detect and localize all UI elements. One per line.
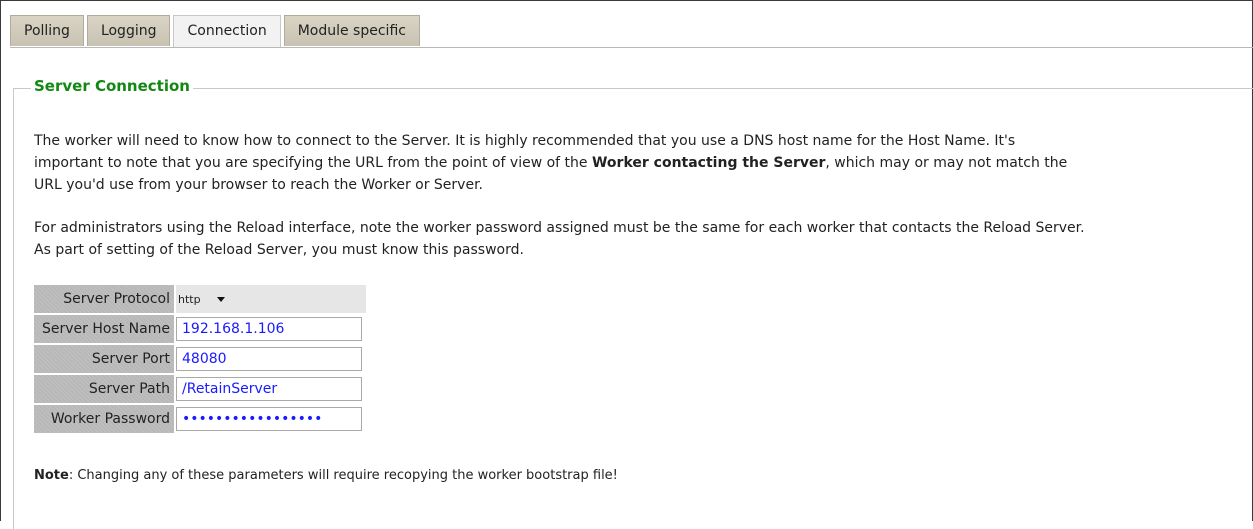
tab-bar: Polling Logging Connection Module specif… — [10, 15, 420, 48]
intro-bold: Worker contacting the Server — [591, 155, 826, 171]
intro-line-2a: important to note that you are specifyin… — [34, 155, 592, 171]
note-text: Note: Changing any of these parameters w… — [34, 468, 618, 483]
form-row-password: Worker Password — [34, 405, 366, 433]
admin-line-2: As part of setting of the Reload Server,… — [34, 242, 524, 258]
path-label: Server Path — [34, 375, 176, 403]
port-label: Server Port — [34, 345, 176, 373]
password-input[interactable] — [176, 407, 362, 431]
tab-divider — [10, 47, 1253, 48]
tab-connection[interactable]: Connection — [173, 15, 281, 48]
protocol-label: Server Protocol — [34, 285, 176, 313]
port-input[interactable] — [176, 347, 362, 371]
form-row-port: Server Port — [34, 345, 366, 373]
form-row-protocol: Server Protocol http — [34, 285, 366, 313]
intro-paragraph: The worker will need to know how to conn… — [34, 130, 1239, 196]
form-row-path: Server Path — [34, 375, 366, 403]
host-input[interactable] — [176, 317, 362, 341]
chevron-down-icon — [216, 297, 225, 303]
tab-polling[interactable]: Polling — [10, 15, 84, 46]
tab-logging[interactable]: Logging — [86, 15, 171, 46]
connection-form: Server Protocol http Server Host Name Se… — [34, 283, 366, 435]
note-prefix: Note — [34, 468, 69, 483]
note-body: : Changing any of these parameters will … — [68, 468, 618, 483]
host-label: Server Host Name — [34, 315, 176, 343]
protocol-value: http — [178, 293, 201, 307]
section-title: Server Connection — [31, 77, 193, 95]
protocol-select[interactable]: http — [178, 290, 225, 310]
form-row-host: Server Host Name — [34, 315, 366, 343]
path-input[interactable] — [176, 377, 362, 401]
password-label: Worker Password — [34, 405, 176, 433]
admin-line-1: For administrators using the Reload inte… — [34, 220, 1085, 236]
intro-line-2c: , which may or may not match the — [825, 155, 1068, 171]
intro-line-1: The worker will need to know how to conn… — [34, 133, 1016, 149]
admin-paragraph: For administrators using the Reload inte… — [34, 217, 1239, 261]
intro-line-3: URL you'd use from your browser to reach… — [34, 177, 483, 193]
tab-module-specific[interactable]: Module specific — [283, 15, 420, 46]
protocol-cell: http — [176, 285, 366, 313]
